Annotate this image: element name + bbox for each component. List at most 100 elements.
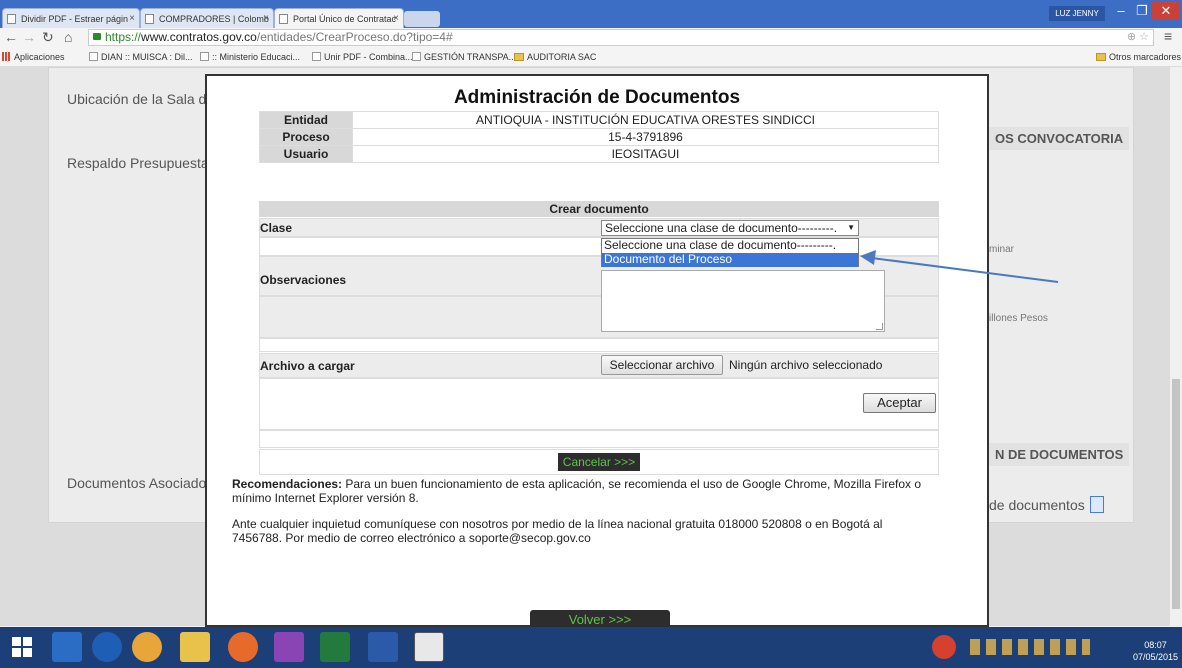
tab-dividir-pdf[interactable]: Dividir PDF - Estraer págin ×: [2, 8, 140, 28]
minimize-icon[interactable]: –: [1110, 2, 1132, 20]
resize-handle-icon[interactable]: [876, 323, 883, 330]
bookmark-label: AUDITORIA SAC: [527, 52, 597, 62]
bg-convocatoria-header: OS CONVOCATORIA: [989, 127, 1130, 150]
tab-label: Dividir PDF - Estraer págin: [21, 14, 129, 24]
firefox-icon[interactable]: [228, 632, 258, 662]
recommendations-text: Recomendaciones: Para un buen funcionami…: [232, 477, 932, 505]
tab-label: Portal Único de Contratac: [293, 14, 397, 24]
select-file-button[interactable]: Seleccionar archivo: [601, 355, 723, 375]
scrollbar-thumb[interactable]: [1172, 379, 1180, 609]
clock-date: 07/05/2015: [1132, 652, 1178, 662]
home-icon[interactable]: ⌂: [64, 29, 72, 45]
bookmark-gestion[interactable]: GESTIÓN TRANSPA...: [412, 48, 516, 66]
7zip-icon[interactable]: [414, 632, 444, 662]
observaciones-textarea[interactable]: [601, 270, 885, 332]
tray-app-icon[interactable]: [932, 635, 956, 659]
pdf-icon: [312, 52, 321, 61]
spacer-row: [259, 338, 939, 352]
aceptar-button[interactable]: Aceptar: [863, 393, 936, 413]
browser-titlebar: Dividir PDF - Estraer págin × COMPRADORE…: [0, 0, 1182, 28]
bookmark-label: GESTIÓN TRANSPA...: [424, 52, 517, 62]
bookmark-label: DIAN :: MUISCA : Dil...: [101, 52, 193, 62]
tab-compradores[interactable]: COMPRADORES | Colomb ×: [140, 8, 274, 28]
user-badge[interactable]: LUZ JENNY: [1049, 6, 1105, 21]
address-bar[interactable]: https://www.contratos.gov.co/entidades/C…: [88, 29, 1154, 46]
menu-icon[interactable]: ≡: [1164, 28, 1172, 44]
bookmark-otros[interactable]: Otros marcadores: [1096, 48, 1181, 66]
bg-minar: minar: [989, 244, 1015, 255]
bookmark-auditoria[interactable]: AUDITORIA SAC: [514, 48, 596, 66]
bookmark-label: :: Ministerio Educaci...: [212, 52, 301, 62]
info-table: Entidad ANTIOQUIA - INSTITUCIÓN EDUCATIV…: [259, 111, 939, 163]
tray-icons[interactable]: [970, 639, 1090, 655]
modal-title: Administración de Documentos: [453, 87, 741, 108]
table-row: Entidad ANTIOQUIA - INSTITUCIÓN EDUCATIV…: [259, 111, 939, 129]
file-status: Ningún archivo seleccionado: [729, 358, 883, 372]
page-icon: [89, 52, 98, 61]
new-tab-button[interactable]: [404, 11, 440, 27]
cancelar-button[interactable]: Cancelar >>>: [558, 453, 640, 471]
clase-select[interactable]: Seleccione una clase de documento-------…: [601, 220, 859, 236]
dropdown-option[interactable]: Seleccione una clase de documento-------…: [602, 239, 858, 253]
proceso-label: Proceso: [259, 128, 353, 146]
table-row: Usuario IEOSITAGUI: [259, 145, 939, 163]
bg-millones: illones Pesos: [989, 313, 1048, 324]
clase-dropdown-list: Seleccione una clase de documento-------…: [601, 238, 859, 267]
usuario-label: Usuario: [259, 145, 353, 163]
bookmark-apps[interactable]: Aplicaciones: [2, 48, 65, 66]
link-label: de documentos: [989, 497, 1085, 513]
bookmark-unir-pdf[interactable]: Unir PDF - Combina...: [312, 48, 413, 66]
media-app-icon[interactable]: [274, 632, 304, 662]
recommendations-title: Recomendaciones:: [232, 477, 343, 491]
spacer-row: [259, 430, 939, 448]
clase-label: Clase: [260, 221, 293, 235]
bookmark-label: Otros marcadores: [1109, 52, 1182, 62]
contact-text: Ante cualquier inquietud comuníquese con…: [232, 517, 883, 545]
window-close-icon[interactable]: ✕: [1152, 2, 1180, 20]
word-icon[interactable]: [368, 632, 398, 662]
bookmark-dian[interactable]: DIAN :: MUISCA : Dil...: [89, 48, 193, 66]
observaciones-label: Observaciones: [260, 273, 347, 287]
table-row: Proceso 15-4-3791896: [259, 128, 939, 146]
windows-taskbar: 08:07 07/05/2015: [0, 627, 1182, 668]
bg-ubicacion: Ubicación de la Sala de: [67, 91, 215, 107]
usuario-value: IEOSITAGUI: [352, 145, 939, 163]
zoom-star-icons[interactable]: ⊕ ☆: [1127, 30, 1149, 45]
tab-portal-unico[interactable]: Portal Único de Contratac ×: [274, 8, 404, 28]
excel-icon[interactable]: [320, 632, 350, 662]
file-explorer-icon[interactable]: [180, 632, 210, 662]
form-header: Crear documento: [259, 201, 939, 217]
document-icon: [1089, 496, 1104, 513]
folder-icon: [514, 53, 524, 61]
close-icon[interactable]: ×: [263, 9, 269, 28]
proceso-value: 15-4-3791896: [352, 128, 939, 146]
url-scheme: https://: [105, 30, 142, 44]
taskbar-clock[interactable]: 08:07 07/05/2015: [1133, 639, 1178, 663]
folder-icon: [1096, 53, 1106, 61]
url-host: www.contratos.gov.co: [141, 30, 257, 44]
bookmark-ministerio[interactable]: :: Ministerio Educaci...: [200, 48, 300, 66]
page-icon: [145, 14, 154, 24]
page-icon: [279, 14, 288, 24]
restore-icon[interactable]: ❐: [1132, 2, 1152, 20]
forward-icon[interactable]: →: [22, 29, 36, 45]
dropdown-option-selected[interactable]: Documento del Proceso: [602, 253, 858, 267]
windows-start-icon[interactable]: [12, 637, 32, 657]
back-icon[interactable]: ←: [4, 29, 18, 45]
close-icon[interactable]: ×: [129, 9, 135, 28]
reload-icon[interactable]: ↻: [42, 29, 54, 46]
close-icon[interactable]: ×: [393, 9, 399, 28]
page-icon: [412, 52, 421, 61]
archivo-label: Archivo a cargar: [260, 359, 355, 373]
bg-respaldo: Respaldo Presupuestal: [67, 155, 212, 171]
url-path: /entidades/CrearProceso.do?tipo=4#: [256, 30, 453, 44]
bg-de-documentos-link[interactable]: de documentos: [989, 496, 1104, 513]
entidad-label: Entidad: [259, 111, 353, 129]
bg-documentos-asociados: Documentos Asociados: [67, 475, 214, 491]
clock-time: 08:07: [1144, 640, 1167, 650]
chrome-icon[interactable]: [132, 632, 162, 662]
document-admin-modal: Administración de Documentos Entidad ANT…: [205, 74, 989, 630]
apps-icon: [2, 52, 11, 61]
outlook-icon[interactable]: [52, 632, 82, 662]
internet-explorer-icon[interactable]: [92, 632, 122, 662]
